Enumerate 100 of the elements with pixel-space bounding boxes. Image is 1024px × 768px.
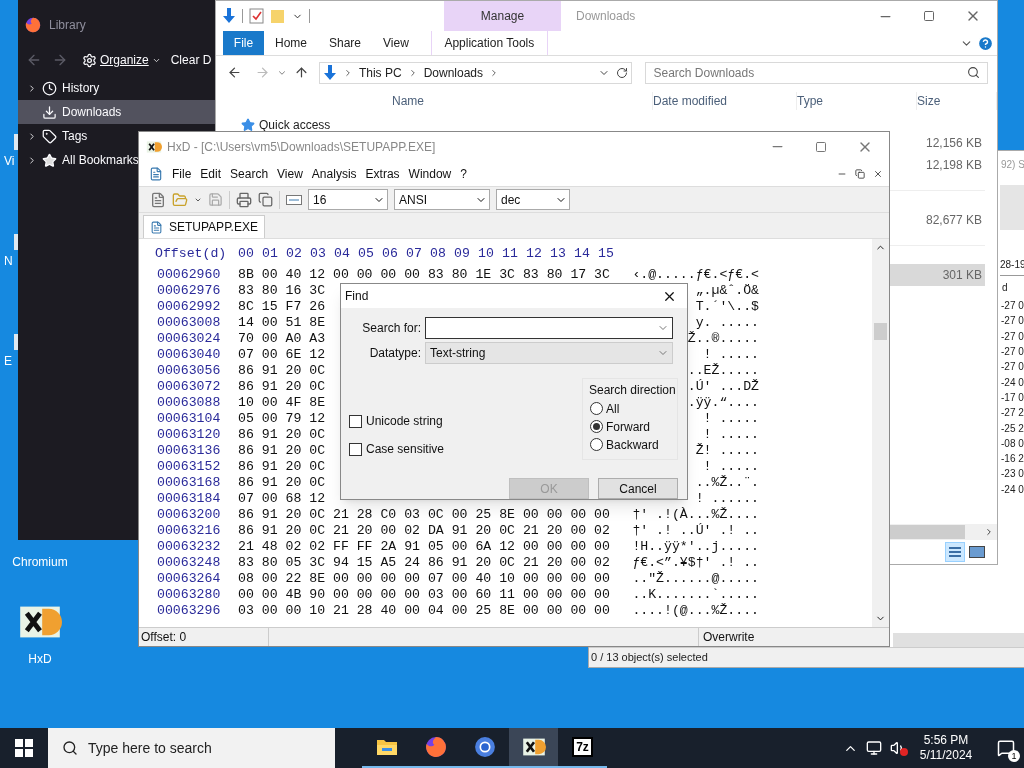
expand-chevron-icon[interactable] [27, 154, 37, 166]
location-download-icon[interactable] [322, 64, 337, 81]
muted-speaker-icon[interactable] [890, 740, 908, 756]
search-field[interactable]: Search Downloads [645, 61, 988, 84]
radio-label: Backward [606, 436, 659, 454]
column-header[interactable]: Name [392, 92, 653, 110]
menu-item[interactable]: Search [230, 164, 269, 183]
help-icon[interactable] [977, 34, 994, 52]
library-item[interactable]: Tags [18, 124, 90, 148]
column-header[interactable]: Size [917, 92, 997, 110]
address-bar[interactable]: This PC Downloads [318, 61, 633, 84]
desktop-icon-label[interactable]: HxD [28, 650, 52, 668]
organize-button[interactable]: Organize [82, 51, 161, 69]
horizontal-scrollbar[interactable] [893, 633, 1024, 647]
refresh-icon[interactable] [616, 66, 629, 79]
scroll-right-icon[interactable] [984, 527, 994, 537]
fox-browser-icon [424, 736, 447, 758]
path-segment[interactable]: This PC [358, 63, 402, 82]
library-item[interactable]: All Bookmarks [18, 148, 141, 172]
maximize-icon[interactable] [923, 10, 935, 22]
clear-downloads-button[interactable]: Clear D [170, 51, 212, 69]
offset-status: Offset: 0 [139, 628, 269, 646]
taskbar-app-button[interactable] [509, 728, 558, 768]
nav-item[interactable]: Quick access [216, 115, 392, 135]
offset-cell-text: 00063264 [156, 571, 222, 587]
dialog-button[interactable]: Cancel [598, 478, 678, 499]
vertical-scrollbar[interactable] [872, 239, 889, 627]
taskbar-search-field[interactable]: Type here to search [48, 728, 335, 768]
mdi-close-icon[interactable] [873, 168, 883, 179]
copy-pages-icon[interactable] [258, 192, 273, 207]
menu-item[interactable]: Edit [200, 164, 222, 183]
horizontal-scrollbar[interactable] [889, 524, 997, 540]
details-view-icon[interactable] [945, 542, 965, 562]
ribbon-tab[interactable]: View [372, 31, 420, 55]
library-item[interactable]: Downloads [18, 100, 218, 124]
menu-item[interactable]: Extras [365, 164, 400, 183]
new-file-icon[interactable] [150, 191, 166, 208]
ribbon-tab[interactable]: Application Tools [430, 31, 548, 55]
taskbar-app-button[interactable]: 7z [558, 728, 607, 768]
offset-cell-text: 00063232 [156, 539, 222, 555]
back-icon[interactable] [227, 65, 242, 80]
file-tab[interactable]: SETUPAPP.EXE [143, 215, 265, 238]
search-input[interactable] [425, 317, 673, 339]
maximize-icon[interactable] [815, 140, 827, 153]
properties-icon[interactable] [249, 8, 264, 24]
offset-cell-text: 00063024 [156, 331, 222, 347]
library-item[interactable]: History [18, 76, 102, 100]
offset-cell-text: 00063168 [156, 475, 222, 491]
radio-button[interactable] [590, 438, 603, 451]
ribbon-tab[interactable]: Home [264, 31, 318, 55]
offset-base-select[interactable]: dec [496, 189, 570, 210]
menu-item[interactable]: Analysis [311, 164, 357, 183]
checkbox[interactable] [349, 414, 362, 428]
scrollbar-thumb[interactable] [874, 323, 887, 340]
network-icon[interactable] [866, 740, 882, 756]
file-size-cell[interactable]: 301 KB [889, 264, 985, 286]
window-title: Library [49, 17, 86, 34]
column-header[interactable]: d [1000, 276, 1024, 298]
up-icon[interactable] [293, 65, 309, 80]
notification-count: 1 [1008, 750, 1020, 762]
ascii-text: ..K.......`..... [632, 587, 759, 603]
desktop-icon-label[interactable]: Chromium [12, 553, 68, 571]
menu-item[interactable]: Window [408, 164, 452, 183]
download-arrow-icon[interactable] [222, 8, 236, 24]
large-icons-view-icon[interactable] [969, 546, 985, 558]
menu-item[interactable]: View [277, 164, 303, 183]
desktop-icon-label[interactable]: N [0, 252, 13, 270]
star-icon [42, 152, 57, 168]
forward-icon[interactable] [52, 52, 68, 68]
notifications-button[interactable]: 1 [994, 736, 1018, 760]
expand-chevron-icon[interactable] [27, 82, 37, 94]
menu-item[interactable]: File [172, 164, 192, 183]
path-segment[interactable]: Downloads [423, 63, 483, 82]
item-label: All Bookmarks [62, 152, 139, 169]
menu-item[interactable]: ? [460, 164, 467, 183]
scrollbar-thumb[interactable] [889, 525, 965, 539]
desktop-icon-label[interactable]: E [0, 352, 12, 370]
column-header[interactable]: Type [797, 92, 917, 110]
expand-chevron-icon[interactable] [27, 130, 37, 142]
checkbox[interactable] [349, 442, 362, 456]
clock[interactable]: 5:56 PM 5/11/2024 [918, 733, 974, 763]
radio-button[interactable] [590, 402, 603, 415]
charset-select[interactable]: ANSI [394, 189, 490, 210]
ribbon-tab[interactable]: File [223, 31, 264, 55]
mdi-restore-icon[interactable] [855, 168, 865, 179]
datatype-select[interactable]: Text-string [425, 342, 673, 364]
ascii-text: †' .! ..Ú' .! .. [632, 523, 759, 539]
bytes-per-row-select[interactable]: 16 [308, 189, 388, 210]
print-icon[interactable] [236, 191, 252, 208]
ascii-text: y. ..... [695, 315, 759, 331]
hex-bytes: 70 00 A0 A3 [238, 331, 326, 346]
field-label: Datatype: [368, 345, 422, 362]
offset-cell-text: 00063088 [156, 395, 222, 411]
radio-button[interactable] [590, 420, 603, 433]
desktop-icon-label[interactable]: Vi [0, 152, 15, 170]
ribbon-tab[interactable]: Share [318, 31, 373, 55]
fox-browser-icon [25, 17, 41, 33]
selection-status: 0 / 13 object(s) selected [591, 650, 708, 666]
date-cell-text: -17 0 [1000, 390, 1024, 405]
column-header[interactable]: Date modified [653, 92, 797, 110]
